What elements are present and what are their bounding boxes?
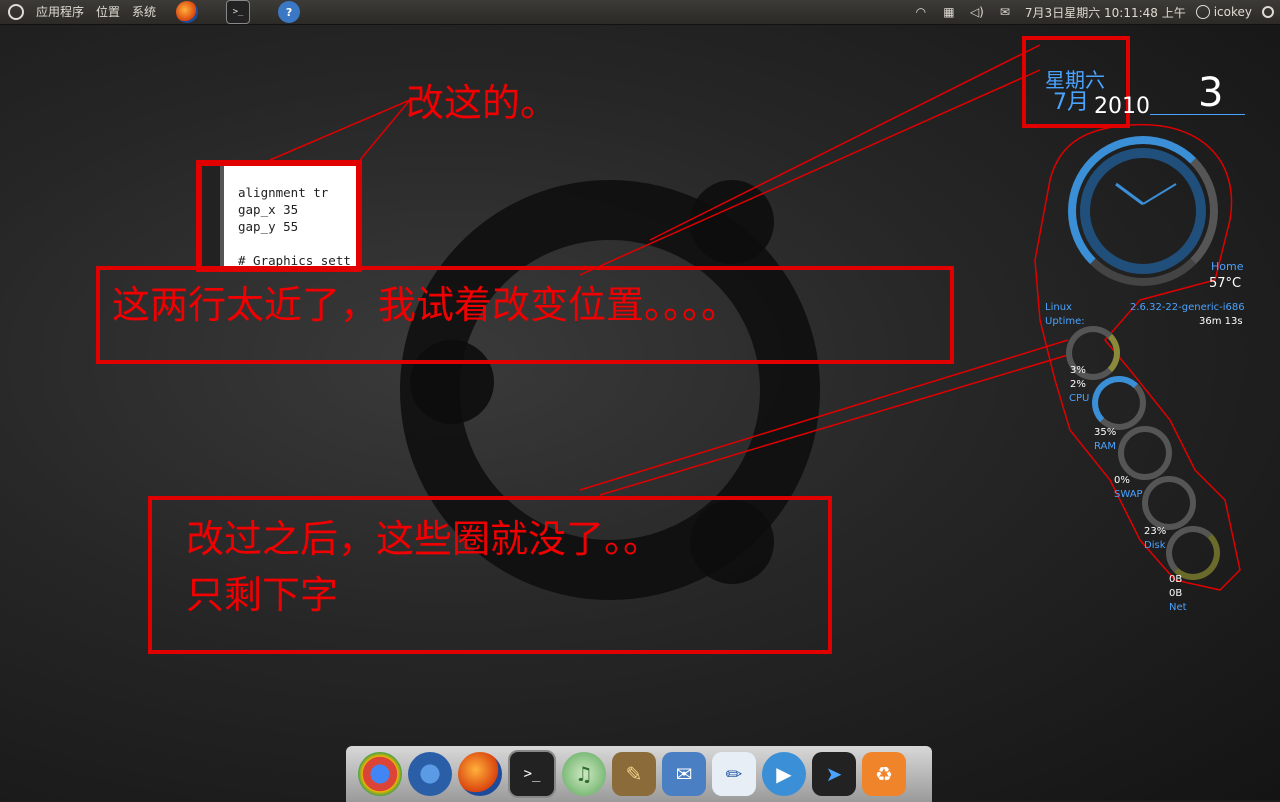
- disk-value: 23%: [1144, 526, 1167, 537]
- volume-icon[interactable]: ◁): [968, 5, 986, 19]
- swap-label: SWAP: [1114, 489, 1143, 500]
- disk-label: Disk: [1144, 540, 1166, 551]
- net-down: 0B: [1169, 574, 1183, 585]
- terminal-launcher-icon[interactable]: >_: [226, 0, 251, 24]
- swap-value: 0%: [1114, 475, 1130, 486]
- top-panel: 应用程序 位置 系统 >_ ? ◠ ▦ ◁) ✉ 7月3日星期六 10:11:4…: [0, 0, 1280, 25]
- mail-icon[interactable]: ✉: [662, 752, 706, 796]
- firefox-launcher-icon[interactable]: [176, 1, 199, 23]
- annotation-only-text: 只剩下字: [186, 573, 339, 617]
- ram-label: RAM: [1094, 441, 1117, 452]
- conky-uptime-label: Uptime:: [1045, 316, 1085, 327]
- user-status-icon: [1195, 5, 1210, 19]
- editor-gutter: [202, 166, 224, 266]
- ubuntu-logo-icon[interactable]: [8, 4, 24, 20]
- cursor-icon[interactable]: ➤: [812, 752, 856, 796]
- cpu2-ring: [1092, 376, 1146, 430]
- conky-temperature: 57°C: [1209, 276, 1242, 291]
- trash-icon[interactable]: ♻: [862, 752, 906, 796]
- editor-line: gap_x 35: [238, 202, 299, 217]
- keyboard-icon[interactable]: ▦: [940, 5, 958, 19]
- gimp-icon[interactable]: ✎: [612, 752, 656, 796]
- conky-clock-hands: [1115, 182, 1177, 206]
- cpu2-value: 2%: [1070, 379, 1086, 390]
- conky-day: 3: [1198, 70, 1224, 116]
- editor-line: alignment tr: [238, 185, 329, 200]
- mail-icon[interactable]: ✉: [996, 5, 1014, 19]
- conky-divider: [1150, 114, 1245, 115]
- user-menu[interactable]: icokey: [1195, 5, 1252, 19]
- annotation-too-close: 这两行太近了，我试着改变位置。。。。: [112, 283, 740, 327]
- net-label: Net: [1169, 602, 1187, 613]
- conky-year: 2010: [1094, 94, 1150, 119]
- panel-clock[interactable]: 7月3日星期六 10:11:48 上午: [1025, 4, 1186, 21]
- annotation-change-here: 改这的。: [406, 81, 559, 125]
- editor-line: gap_y 55: [238, 219, 299, 234]
- terminal-icon[interactable]: >_: [508, 750, 556, 798]
- conky-uptime: 36m 13s: [1199, 316, 1243, 327]
- chrome-icon[interactable]: [358, 752, 402, 796]
- disk-ring: [1166, 526, 1220, 580]
- editor-snippet: alignment tr gap_x 35 gap_y 55 # Graphics …: [196, 160, 362, 272]
- net-up: 0B: [1169, 588, 1183, 599]
- dock: >_ ♫ ✎ ✉ ✏ ▶ ➤ ♻: [346, 746, 932, 802]
- editor-code: alignment tr gap_x 35 gap_y 55 # Graphics …: [238, 184, 351, 266]
- username: icokey: [1213, 5, 1252, 19]
- menu-places[interactable]: 位置: [90, 0, 126, 24]
- chromium-icon[interactable]: [408, 752, 452, 796]
- ram-ring: [1118, 426, 1172, 480]
- cpu1-value: 3%: [1070, 365, 1086, 376]
- swap-ring: [1142, 476, 1196, 530]
- menu-applications[interactable]: 应用程序: [30, 0, 90, 24]
- music-icon[interactable]: ♫: [562, 752, 606, 796]
- help-launcher-icon[interactable]: ?: [278, 1, 301, 23]
- conky-kernel: 2.6.32-22-generic-i686: [1130, 302, 1245, 313]
- power-icon[interactable]: [1262, 6, 1274, 18]
- chat-icon[interactable]: ▶: [762, 752, 806, 796]
- cpu-label: CPU: [1069, 393, 1090, 404]
- conky-os-label: Linux: [1045, 302, 1072, 313]
- ram-value: 35%: [1094, 427, 1117, 438]
- menu-system[interactable]: 系统: [126, 0, 162, 24]
- text-editor-icon[interactable]: ✏: [712, 752, 756, 796]
- conky-home-label: Home: [1211, 260, 1244, 273]
- wifi-icon[interactable]: ◠: [912, 5, 930, 19]
- ubuntu-emblem-dot: [690, 180, 774, 264]
- firefox-icon[interactable]: [458, 752, 502, 796]
- annotation-rings-gone: 改过之后，这些圈就没了。。: [186, 517, 662, 561]
- conky-month: 7月: [1053, 90, 1089, 115]
